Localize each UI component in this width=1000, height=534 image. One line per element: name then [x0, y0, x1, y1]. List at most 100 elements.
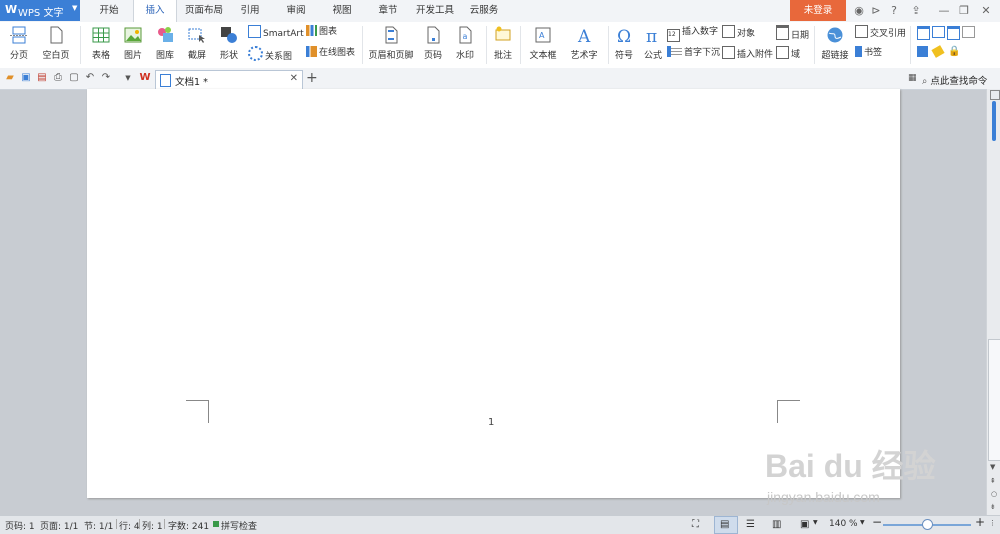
web-view-icon[interactable]: ▥	[772, 519, 781, 530]
page-break-button[interactable]: 分页	[3, 24, 35, 66]
vertical-scrollbar[interactable]: ▼ ⇞ ○ ⇟	[986, 89, 1000, 515]
open-folder-icon[interactable]: ▰	[4, 72, 16, 84]
date-button[interactable]: 日期	[776, 25, 809, 41]
zoom-level[interactable]: 140 %	[829, 519, 858, 529]
smartart-button[interactable]: SmartArt	[248, 25, 304, 39]
quick-access-dropdown-icon[interactable]: ▼	[122, 72, 134, 84]
gallery-button[interactable]: 图库	[150, 24, 180, 66]
close-icon[interactable]: ✕	[978, 3, 994, 18]
maximize-icon[interactable]: ❐	[956, 3, 972, 18]
tab-review[interactable]: 审阅	[279, 0, 313, 21]
minimize-icon[interactable]: —	[936, 3, 952, 18]
shape-button[interactable]: 形状	[214, 24, 244, 66]
undo-icon[interactable]: ↶	[84, 72, 96, 84]
wordart-button[interactable]: A 艺术字	[564, 24, 604, 66]
outline-view-icon[interactable]: ☰	[746, 519, 755, 530]
attachment-button[interactable]: 插入附件	[722, 46, 773, 60]
tab-developer[interactable]: 开发工具	[412, 0, 458, 21]
zoom-scroll-slider[interactable]	[992, 101, 996, 141]
tab-document1[interactable]: 文档1 * ✕	[155, 70, 303, 90]
view-dropdown-icon[interactable]: ▼	[813, 519, 818, 526]
zoom-slider-thumb[interactable]	[922, 519, 933, 530]
shape-label: 形状	[219, 51, 238, 61]
status-spell-check[interactable]: 拼写检查	[221, 519, 257, 532]
table-button[interactable]: 表格	[86, 24, 116, 66]
header-footer-icon	[385, 26, 398, 44]
bookmark-icon	[855, 46, 862, 57]
reading-mode-icon[interactable]: ▣	[800, 519, 809, 530]
drop-cap-icon	[667, 46, 682, 57]
watermark-button[interactable]: a 水印	[450, 24, 480, 66]
textbox-button[interactable]: A 文本框	[524, 24, 562, 66]
tab-insert[interactable]: 插入	[133, 0, 177, 23]
field-settings-icon[interactable]	[962, 26, 975, 38]
object-icon	[722, 25, 735, 38]
redo-icon[interactable]: ↷	[100, 72, 112, 84]
blank-page-button[interactable]: 空白页	[37, 24, 75, 66]
page-number-button[interactable]: 页码	[418, 24, 448, 66]
print-preview-icon[interactable]: ▢	[68, 72, 80, 84]
status-word-count[interactable]: 字数: 241	[168, 519, 209, 532]
next-page-icon[interactable]: ⇟	[990, 503, 996, 511]
globe-link-icon	[827, 27, 843, 43]
relation-button[interactable]: 关系图	[248, 46, 292, 62]
divider	[80, 26, 81, 64]
fullscreen-icon[interactable]: ⛶	[692, 519, 699, 530]
export-pdf-icon[interactable]: ▤	[36, 72, 48, 84]
zoom-out-icon[interactable]: −	[872, 515, 882, 529]
scroll-settings-icon[interactable]	[990, 90, 1000, 100]
picture-button[interactable]: 图片	[118, 24, 148, 66]
design-mode-icon[interactable]	[917, 46, 928, 57]
zoom-dropdown-icon[interactable]: ▼	[860, 519, 865, 526]
close-tab-icon[interactable]: ✕	[290, 73, 298, 84]
cross-ref-button[interactable]: 交叉引用	[855, 25, 906, 39]
svg-text:a: a	[463, 32, 468, 41]
login-button[interactable]: 未登录	[790, 0, 846, 21]
new-tab-icon[interactable]: +	[306, 70, 318, 86]
restore-ribbon-icon[interactable]: ⇪	[908, 3, 924, 18]
scroll-down-icon[interactable]: ▼	[990, 463, 995, 471]
form-icon[interactable]	[917, 26, 930, 40]
status-bar-settings-icon[interactable]: ⋮	[989, 519, 996, 527]
select-browse-icon[interactable]: ○	[991, 490, 997, 498]
skin-icon[interactable]: ◉	[851, 3, 867, 18]
scroll-thumb[interactable]	[988, 339, 1000, 461]
wps-w-icon[interactable]: W	[139, 72, 151, 84]
tab-view[interactable]: 视图	[325, 0, 359, 21]
previous-page-icon[interactable]: ⇞	[990, 477, 996, 485]
formula-button[interactable]: π 公式	[640, 24, 666, 66]
chart-button[interactable]: 图表	[306, 25, 337, 39]
app-menu-button[interactable]: W WPS 文字 ▼	[0, 0, 80, 21]
toolbar-toggle-icon[interactable]: ▦	[908, 73, 918, 83]
tab-cloud[interactable]: 云服务	[464, 0, 504, 21]
tab-home[interactable]: 开始	[88, 0, 130, 21]
help-button[interactable]: ?	[886, 3, 902, 18]
document-page[interactable]	[87, 89, 900, 498]
checkbox-field-icon[interactable]	[932, 26, 945, 38]
online-chart-button[interactable]: 在线图表	[306, 46, 355, 60]
chevron-down-icon: ▼	[72, 4, 78, 12]
symbol-button[interactable]: Ω 符号	[610, 24, 638, 66]
comment-button[interactable]: 批注	[490, 24, 516, 66]
zoom-in-icon[interactable]: +	[975, 515, 985, 529]
tab-references[interactable]: 引用	[233, 0, 267, 21]
share-icon[interactable]: ⊳	[868, 3, 884, 18]
field-button[interactable]: 域	[776, 46, 800, 60]
header-footer-button[interactable]: 页眉和页脚	[366, 24, 416, 66]
lock-icon[interactable]: 🔒	[948, 46, 960, 57]
dropdown-field-icon[interactable]	[947, 26, 960, 40]
save-icon[interactable]: ▣	[20, 72, 32, 84]
search-command[interactable]: ⌕ 点此查找命令	[922, 73, 987, 87]
screenshot-button[interactable]: 截屏	[182, 24, 212, 66]
hyperlink-button[interactable]: 超链接	[818, 24, 852, 66]
object-button[interactable]: 对象	[722, 25, 755, 39]
insert-number-button[interactable]: 12 插入数字	[667, 25, 718, 42]
status-page[interactable]: 页码: 1	[5, 519, 35, 532]
tab-page-layout[interactable]: 页面布局	[178, 0, 230, 21]
baidu-watermark: Bai du 经验	[765, 448, 936, 484]
tab-chapter[interactable]: 章节	[371, 0, 405, 21]
print-icon[interactable]: ⎙	[52, 72, 64, 84]
bookmark-button[interactable]: 书签	[855, 46, 882, 60]
drop-cap-button[interactable]: 首字下沉	[667, 46, 720, 60]
picture-label: 图片	[123, 51, 142, 61]
